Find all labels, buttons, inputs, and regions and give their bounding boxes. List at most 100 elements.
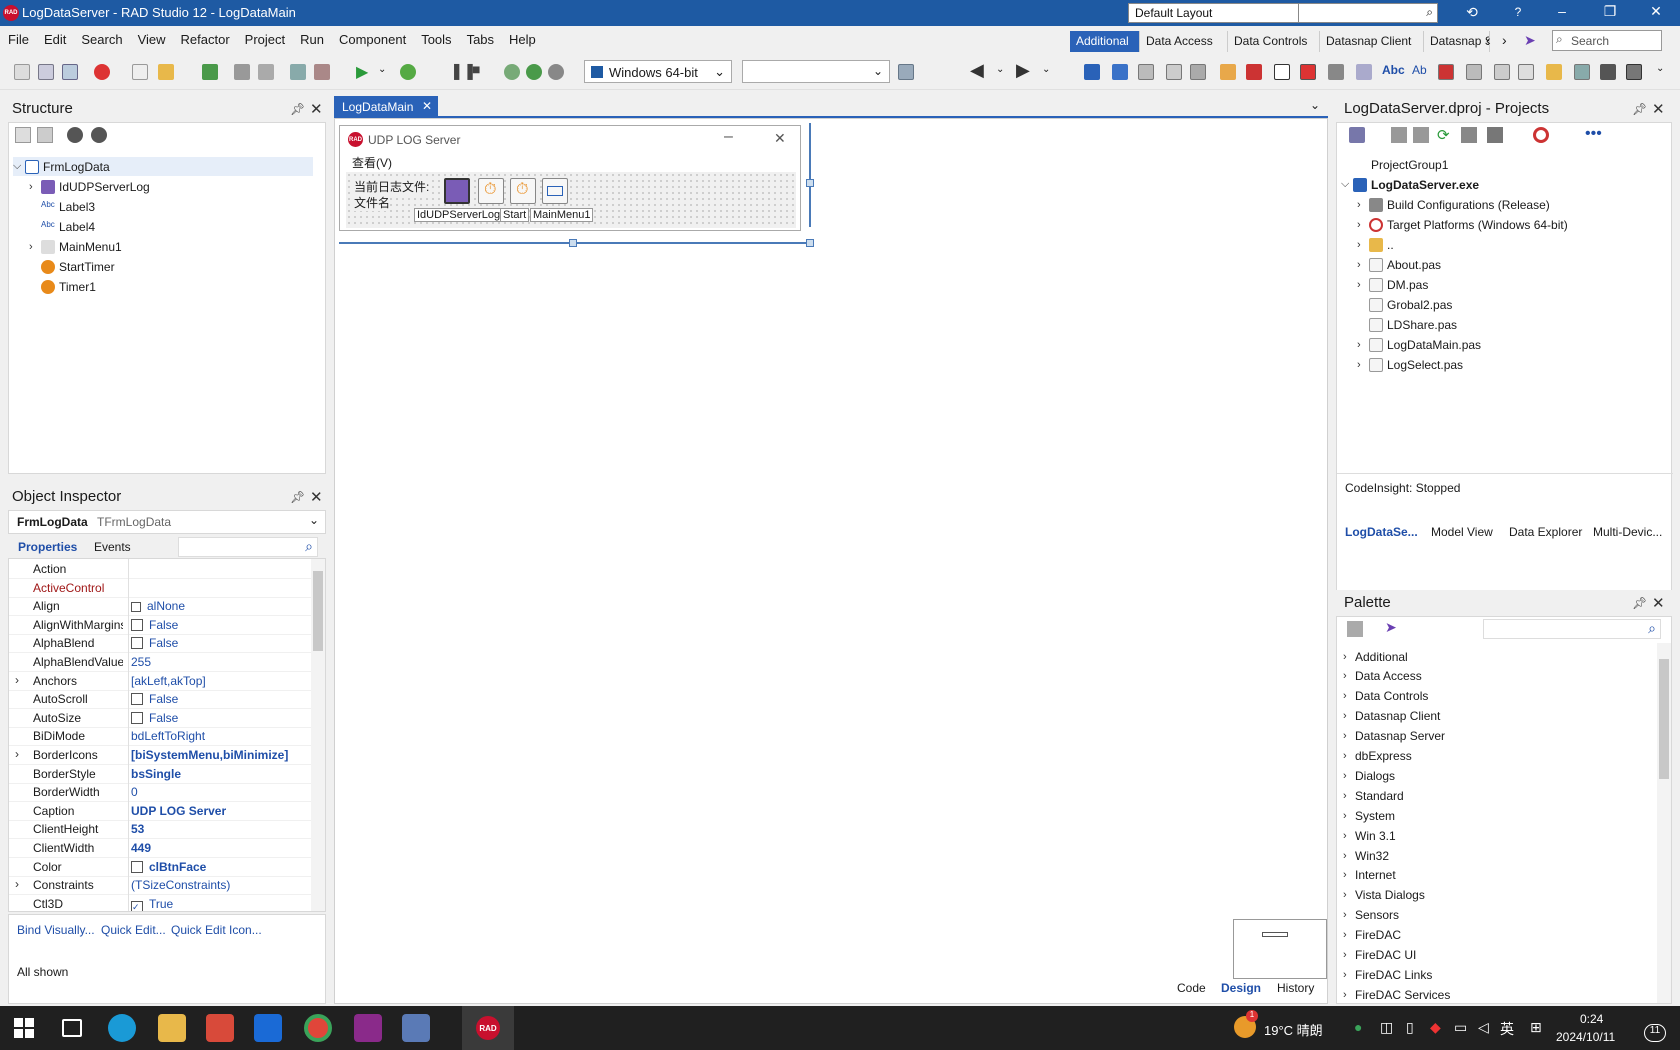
project-item[interactable]: › Target Platforms (Windows 64-bit) [1357, 215, 1568, 234]
menu-edit[interactable]: Edit [36, 26, 73, 54]
project-item[interactable]: ⌵ LogDataServer.exe [1341, 175, 1479, 194]
build-config-icon[interactable] [1487, 127, 1503, 143]
tab-multi-device[interactable]: Multi-Devic... [1593, 525, 1662, 539]
palette-category[interactable]: › Data Access [1343, 667, 1422, 686]
tab-design[interactable]: Design [1221, 981, 1261, 995]
property-value[interactable]: UDP LOG Server [131, 804, 226, 818]
target-icon[interactable] [1533, 127, 1549, 143]
build-icon[interactable] [898, 64, 914, 80]
chevron-right-icon[interactable]: › [1343, 830, 1355, 842]
structure-item[interactable]: Abc Label4 [29, 217, 95, 236]
tab-code[interactable]: Code [1177, 981, 1206, 995]
store-icon[interactable] [206, 1014, 234, 1042]
palette-tab-datasnap-client[interactable]: Datasnap Client [1320, 31, 1424, 52]
property-row[interactable]: AutoSize False [9, 707, 311, 728]
chevron-right-icon[interactable]: › [1343, 690, 1355, 702]
shape-icon[interactable] [1246, 64, 1262, 80]
property-row[interactable]: Align alNone [9, 596, 311, 617]
property-row[interactable]: BiDiMode bdLeftToRight [9, 726, 311, 747]
activate-icon[interactable] [1349, 127, 1365, 143]
step-over-icon[interactable] [504, 64, 520, 80]
delete-item-icon[interactable] [37, 127, 53, 143]
property-row[interactable]: Action [9, 559, 311, 579]
property-row[interactable]: › Constraints (TSizeConstraints) [9, 875, 311, 896]
palette-search-input[interactable]: ⌕ Search [1552, 30, 1662, 51]
structure-item[interactable]: StartTimer [29, 257, 115, 276]
menu-view[interactable]: View [130, 26, 173, 54]
bitbtn-icon[interactable] [1084, 64, 1100, 80]
checkbox-icon[interactable] [131, 618, 143, 631]
task-view-icon[interactable] [62, 1019, 82, 1037]
chevron-right-icon[interactable]: › [1357, 359, 1369, 371]
config-select[interactable]: ⌄ [742, 60, 890, 83]
pointer-icon[interactable]: ➤ [1524, 32, 1536, 49]
chevron-right-icon[interactable]: › [1343, 750, 1355, 762]
palette-tab-data-controls[interactable]: Data Controls [1228, 31, 1320, 52]
chart-icon[interactable] [1518, 64, 1534, 80]
checkbox-icon[interactable] [131, 637, 143, 650]
quick-edit-icon-link[interactable]: Quick Edit Icon... [171, 923, 262, 937]
edge-icon[interactable] [108, 1014, 136, 1042]
remove-icon[interactable] [1413, 127, 1429, 143]
chevron-down-icon[interactable]: ⌄ [378, 64, 386, 75]
tab-data-explorer[interactable]: Data Explorer [1509, 525, 1582, 539]
palette-category[interactable]: › Data Controls [1343, 687, 1428, 706]
project-item[interactable]: › LogSelect.pas [1357, 355, 1463, 374]
maximize-button[interactable]: ❐ [1590, 3, 1630, 20]
combobox-icon[interactable] [1546, 64, 1562, 80]
back-arrow-icon[interactable]: ◀ [970, 60, 984, 81]
file-explorer-icon[interactable] [158, 1014, 186, 1042]
ime-indicator[interactable]: 英 [1500, 1019, 1514, 1039]
design-form[interactable]: RAD UDP LOG Server – ✕ 查看(V) 当前日志文件: 文件名… [339, 125, 801, 231]
chevron-right-icon[interactable]: › [1343, 969, 1355, 981]
palette-category[interactable]: › FireDAC UI [1343, 946, 1416, 965]
tab-logdatamain[interactable]: LogDataMain ✕ [334, 96, 438, 118]
remove-icon[interactable] [94, 64, 110, 80]
project-item[interactable]: LDShare.pas [1357, 315, 1457, 334]
chevron-right-icon[interactable]: › [1343, 909, 1355, 921]
forward-arrow-icon[interactable]: ▶ [1016, 60, 1030, 81]
palette-category[interactable]: › FireDAC Services [1343, 985, 1450, 1003]
layout-select[interactable]: Default Layout ⌄ [1128, 3, 1318, 23]
splitter-icon[interactable] [1356, 64, 1372, 80]
chevron-right-icon[interactable]: › [1343, 710, 1355, 722]
new-form-icon[interactable] [38, 64, 54, 80]
more-icon[interactable]: ••• [1585, 125, 1602, 143]
tray-icon[interactable]: ◫ [1380, 1019, 1393, 1036]
property-row[interactable]: › Anchors [akLeft,akTop] [9, 670, 311, 691]
project-item[interactable]: › About.pas [1357, 255, 1441, 274]
scrollbar-thumb[interactable] [1659, 659, 1669, 779]
property-row[interactable]: Color clBtnFace [9, 856, 311, 877]
controlbar-icon[interactable] [1438, 64, 1454, 80]
menu-file[interactable]: File [0, 26, 36, 54]
mainmenu-component-icon[interactable] [542, 178, 568, 204]
chevron-right-icon[interactable]: › [15, 877, 19, 891]
chevron-right-icon[interactable]: › [1357, 339, 1369, 351]
menu-help[interactable]: Help [501, 26, 543, 54]
chevron-right-icon[interactable]: › [1343, 989, 1355, 1001]
stringgrid-icon[interactable] [1166, 64, 1182, 80]
chevron-right-icon[interactable]: › [1357, 239, 1369, 251]
palette-tab-data-access[interactable]: Data Access [1140, 31, 1228, 52]
resize-handle-right[interactable] [806, 179, 814, 187]
menu-tabs[interactable]: Tabs [459, 26, 501, 54]
label-filename[interactable]: 文件名 [354, 194, 391, 211]
scrollbox-icon[interactable] [1300, 64, 1316, 80]
tab-model-view[interactable]: Model View [1431, 525, 1493, 539]
structure-item[interactable]: Timer1 [29, 277, 96, 296]
starttimer-component-icon[interactable]: ⏱ [478, 178, 504, 204]
input-method-icon[interactable]: ⊞ [1530, 1019, 1542, 1036]
drawgrid-icon[interactable] [1190, 64, 1206, 80]
structure-item[interactable]: › MainMenu1 [29, 237, 122, 256]
scrollbar-thumb[interactable] [313, 571, 323, 651]
save-all-icon[interactable] [234, 64, 250, 80]
close-button[interactable]: ✕ [1636, 3, 1676, 20]
property-filter-input[interactable]: ⌕ [178, 537, 318, 557]
property-row[interactable]: AlignWithMargins False [9, 614, 311, 635]
structure-item[interactable]: › IdUDPServerLog [29, 177, 150, 196]
tab-project-manager[interactable]: LogDataSe... [1345, 525, 1418, 539]
resize-handle-corner[interactable] [806, 239, 814, 247]
chevron-right-icon[interactable]: › [15, 673, 19, 687]
tab-events[interactable]: Events [94, 540, 131, 554]
winrar-icon[interactable] [354, 1014, 382, 1042]
